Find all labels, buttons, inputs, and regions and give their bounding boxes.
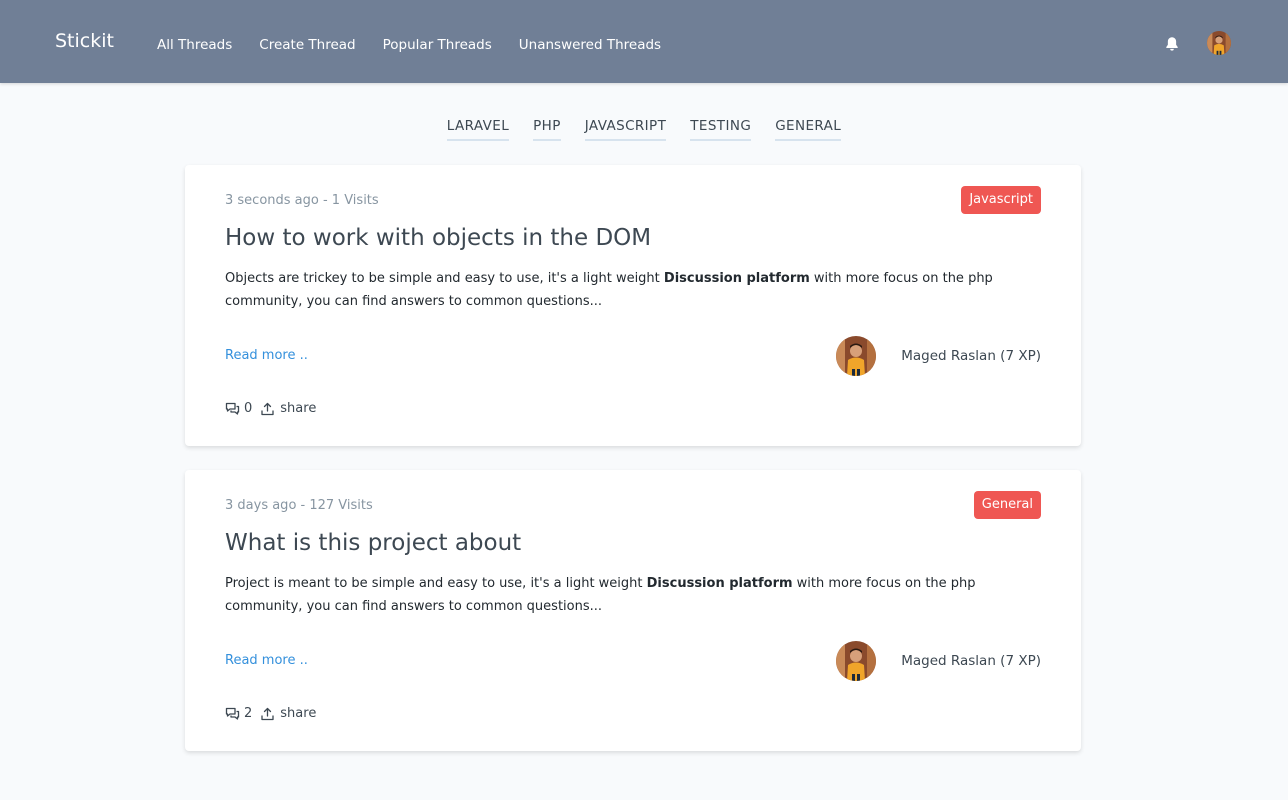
brand-logo[interactable]: Stickit [55,29,114,53]
excerpt-text: Project is meant to be simple and easy t… [225,576,647,591]
thread-card: 3 seconds ago - 1 Visits Javascript How … [185,165,1081,446]
reply-count: 2 [244,706,253,721]
bell-icon[interactable] [1163,35,1181,53]
author-name[interactable]: Maged Raslan (7 XP) [901,348,1041,364]
read-more-link[interactable]: Read more .. [225,348,308,364]
channel-filter: LARAVEL PHP JAVASCRIPT TESTING GENERAL [0,117,1288,141]
channel-general[interactable]: GENERAL [775,117,842,141]
channel-javascript[interactable]: JAVASCRIPT [584,117,667,141]
thread-footer: 2 share [225,706,316,722]
nav-unanswered-threads[interactable]: Unanswered Threads [519,36,661,54]
thread-title[interactable]: What is this project about [225,528,521,558]
thread-card: 3 days ago - 127 Visits General What is … [185,470,1081,751]
thread-meta: 3 days ago - 127 Visits [225,498,373,513]
comments-icon[interactable] [225,402,240,416]
author-avatar[interactable] [836,641,876,681]
thread-channel-tag[interactable]: General [973,491,1041,519]
comments-icon[interactable] [225,707,240,721]
read-more-link[interactable]: Read more .. [225,653,308,669]
user-avatar[interactable] [1207,31,1231,55]
channel-testing[interactable]: TESTING [690,117,752,141]
share-icon[interactable] [261,707,274,721]
nav-popular-threads[interactable]: Popular Threads [383,36,492,54]
share-icon[interactable] [261,402,274,416]
reply-count: 0 [244,401,253,416]
nav-create-thread[interactable]: Create Thread [259,36,355,54]
excerpt-bold: Discussion platform [646,576,793,591]
top-navbar: Stickit All Threads Create Thread Popula… [0,0,1288,83]
author-avatar[interactable] [836,336,876,376]
thread-meta: 3 seconds ago - 1 Visits [225,193,379,208]
share-button[interactable]: share [280,401,316,417]
thread-excerpt: Objects are trickey to be simple and eas… [225,267,1045,313]
thread-channel-tag[interactable]: Javascript [961,186,1041,214]
thread-footer: 0 share [225,401,316,417]
author-name[interactable]: Maged Raslan (7 XP) [901,653,1041,669]
thread-excerpt: Project is meant to be simple and easy t… [225,572,1045,618]
channel-php[interactable]: PHP [533,117,561,141]
share-button[interactable]: share [280,706,316,722]
channel-laravel[interactable]: LARAVEL [446,117,510,141]
nav-all-threads[interactable]: All Threads [157,36,232,54]
thread-title[interactable]: How to work with objects in the DOM [225,223,651,253]
excerpt-text: Objects are trickey to be simple and eas… [225,271,664,286]
excerpt-bold: Discussion platform [663,271,810,286]
nav-links: All Threads Create Thread Popular Thread… [157,36,688,54]
